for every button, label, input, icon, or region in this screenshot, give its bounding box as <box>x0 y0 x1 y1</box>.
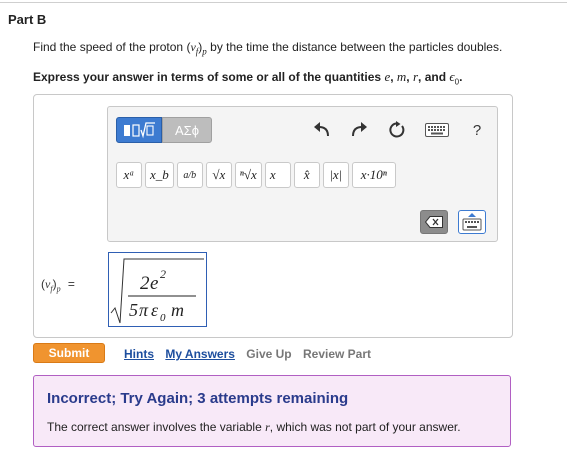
absolute-value-button[interactable]: |x| <box>322 162 349 188</box>
feedback-title: Incorrect; Try Again; 3 attempts remaini… <box>47 390 349 407</box>
math-toolbar: ΑΣϕ ? xᵃ x_b a/b √x ⁿ√x x⃗ x̂ |x| x·10ⁿ <box>107 106 498 242</box>
reset-button[interactable] <box>386 119 408 141</box>
denominator-epsilon: ε <box>151 300 159 320</box>
denominator-pi: π <box>139 300 149 320</box>
answer-expression: 2 e 2 5 π ε 0 m <box>110 258 204 324</box>
nth-root-button[interactable]: ⁿ√x <box>234 162 262 188</box>
var-p: p <box>202 46 207 57</box>
separator: , <box>406 70 410 84</box>
answer-label: (vf)p = <box>41 277 75 294</box>
hints-link[interactable]: Hints <box>124 347 154 361</box>
question-prefix: Find the speed of the proton <box>33 40 184 54</box>
numerator-coef: 2 <box>140 273 150 294</box>
label-var-p: p <box>56 284 61 294</box>
denominator-epsilon-sub: 0 <box>160 312 166 324</box>
subscript-button[interactable]: x_b <box>145 162 174 188</box>
feedback-box: Incorrect; Try Again; 3 attempts remaini… <box>33 375 511 447</box>
quantity-m: m <box>396 69 407 84</box>
keyboard-toggle-icon <box>462 213 482 231</box>
feedback-text-suffix: , which was not part of your answer. <box>269 420 461 434</box>
label-var-f: f <box>50 284 53 294</box>
equals-sign: = <box>67 277 75 291</box>
question-text: Find the speed of the proton (vf)p by th… <box>33 40 502 56</box>
delete-button[interactable] <box>420 210 448 234</box>
part-title: Part B <box>8 12 47 27</box>
feedback-text: The correct answer involves the variable… <box>47 420 461 435</box>
top-divider <box>0 2 567 3</box>
templates-button[interactable] <box>116 117 162 143</box>
my-answers-link[interactable]: My Answers <box>165 347 235 361</box>
and-word: and <box>424 70 447 84</box>
answer-actions: Hints My Answers Give Up Review Part <box>124 347 379 361</box>
instruction-main: Express your answer in terms of some or … <box>33 70 382 84</box>
denominator-m: m <box>171 300 184 320</box>
keyboard-shortcuts-button[interactable] <box>424 119 450 141</box>
help-button[interactable]: ? <box>466 119 488 141</box>
templates-icon <box>124 122 155 139</box>
redo-icon <box>352 122 367 137</box>
show-keyboard-button[interactable] <box>458 210 486 234</box>
separator: , <box>418 70 422 84</box>
fraction-button[interactable]: a/b <box>176 162 203 188</box>
denominator-coef: 5 <box>129 300 138 320</box>
vector-button[interactable]: x⃗ <box>264 162 291 188</box>
superscript-button[interactable]: xᵃ <box>116 162 142 188</box>
greek-symbols-button[interactable]: ΑΣϕ <box>162 117 212 143</box>
scientific-notation-button[interactable]: x·10ⁿ <box>351 162 396 188</box>
answer-input[interactable]: 2 e 2 5 π ε 0 m <box>108 252 207 327</box>
var-f: f <box>195 46 199 57</box>
question-suffix: by the time the distance between the par… <box>210 40 503 54</box>
give-up-link[interactable]: Give Up <box>246 347 291 361</box>
period: . <box>459 70 463 84</box>
undo-button[interactable] <box>311 119 333 141</box>
redo-button[interactable] <box>348 119 370 141</box>
separator: , <box>390 70 394 84</box>
keyboard-icon <box>425 123 449 137</box>
unit-vector-button[interactable]: x̂ <box>293 162 320 188</box>
symbol-buttons-row: xᵃ x_b a/b √x ⁿ√x x⃗ x̂ |x| x·10ⁿ <box>114 162 396 188</box>
numerator-exponent: 2 <box>160 267 166 281</box>
submit-button[interactable]: Submit <box>33 343 105 363</box>
reset-icon <box>389 121 405 138</box>
undo-icon <box>314 122 329 137</box>
square-root-button[interactable]: √x <box>205 162 232 188</box>
instruction-text: Express your answer in terms of some or … <box>33 69 462 86</box>
proton-speed-symbol: (vf)p <box>186 40 207 57</box>
numerator-var: e <box>150 273 158 294</box>
backspace-icon <box>425 216 443 228</box>
feedback-text-prefix: The correct answer involves the variable <box>47 420 262 434</box>
review-part-link[interactable]: Review Part <box>303 347 371 361</box>
